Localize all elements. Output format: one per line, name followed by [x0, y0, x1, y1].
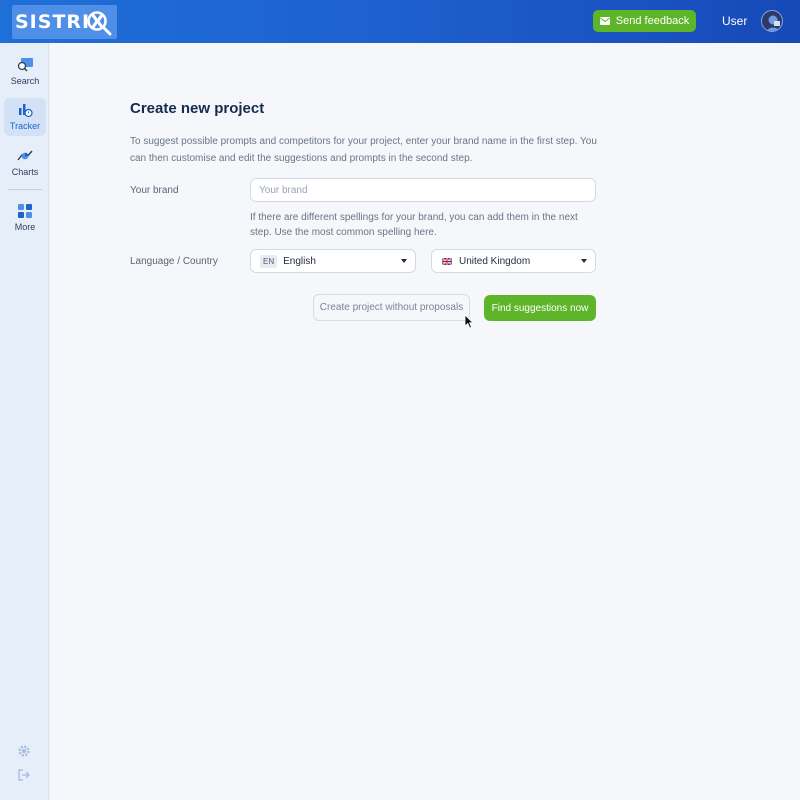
brand-input[interactable] — [250, 178, 596, 202]
sidebar-item-charts[interactable]: Charts — [4, 144, 46, 182]
page-title: Create new project — [130, 100, 265, 117]
create-without-proposals-button[interactable]: Create project without proposals — [313, 294, 470, 321]
sidebar-item-label: More — [14, 222, 36, 232]
gear-icon[interactable] — [17, 744, 31, 758]
sidebar-divider — [8, 189, 42, 190]
language-select[interactable]: EN English — [250, 249, 416, 273]
charts-icon — [17, 150, 33, 161]
sidebar-item-label: Tracker — [9, 121, 41, 131]
mouse-cursor-icon — [464, 314, 474, 329]
chevron-down-icon — [581, 259, 587, 263]
avatar[interactable] — [761, 10, 783, 32]
sidebar-item-more[interactable]: More — [4, 199, 46, 237]
sidebar-item-search[interactable]: Search — [4, 53, 46, 91]
send-feedback-button[interactable]: Send feedback — [593, 10, 696, 32]
search-icon — [17, 58, 33, 72]
sistrix-logo[interactable]: SISTRIX — [12, 5, 117, 39]
sidebar: Search Tracker Charts More — [0, 43, 49, 800]
intro-text: To suggest possible prompts and competit… — [130, 136, 597, 164]
country-value: United Kingdom — [459, 255, 531, 267]
top-header: SISTRIX Send feedback User — [0, 0, 800, 43]
tracker-icon — [19, 104, 33, 118]
user-menu-label[interactable]: User — [722, 14, 747, 28]
magnifier-icon — [87, 11, 112, 36]
sidebar-item-tracker[interactable]: Tracker — [4, 98, 46, 136]
user-avatar-icon — [766, 15, 780, 31]
envelope-icon — [599, 17, 610, 25]
send-feedback-label: Send feedback — [615, 15, 690, 27]
main-content: Create new project To suggest possible p… — [50, 43, 800, 800]
language-country-label: Language / Country — [130, 256, 218, 267]
country-select[interactable]: United Kingdom — [431, 249, 596, 273]
grid-icon — [18, 204, 32, 218]
uk-flag-icon — [442, 257, 452, 265]
sidebar-item-label: Charts — [11, 167, 39, 177]
chevron-down-icon — [401, 259, 407, 263]
sidebar-item-label: Search — [10, 76, 40, 86]
find-suggestions-button[interactable]: Find suggestions now — [484, 295, 596, 321]
brand-label: Your brand — [130, 185, 179, 196]
language-value: English — [283, 255, 316, 267]
language-code-badge: EN — [260, 254, 278, 268]
logout-icon[interactable] — [17, 768, 31, 782]
brand-hint: If there are different spellings for you… — [250, 212, 578, 238]
